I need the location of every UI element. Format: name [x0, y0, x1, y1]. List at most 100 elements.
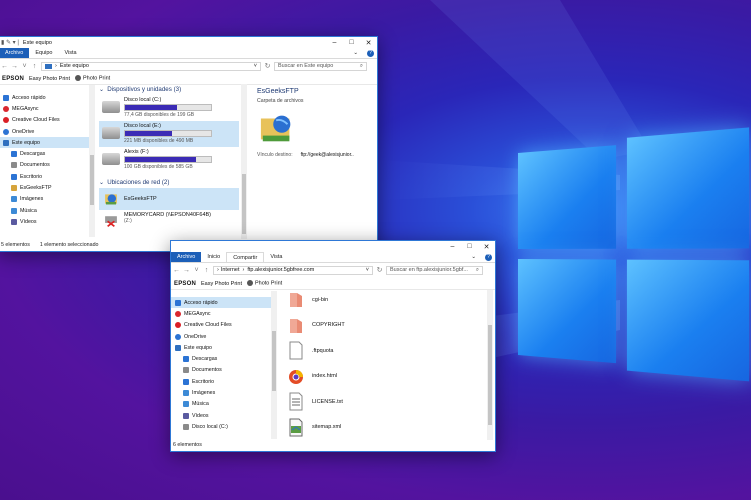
file-item[interactable]: LICENSE.txt: [288, 392, 343, 411]
content-area: ⌄ Dispositivos y unidades (3) Disco local…: [99, 84, 239, 239]
sidebar-item-label: Acceso rápido: [12, 94, 46, 101]
breadcrumb-internet[interactable]: Internet: [221, 267, 240, 273]
refresh-icon[interactable]: ↻: [376, 266, 383, 274]
close-button[interactable]: ✕: [360, 37, 377, 48]
maximize-button[interactable]: □: [461, 241, 478, 252]
recent-locations-icon[interactable]: ˅: [21, 63, 28, 70]
tab-compartir[interactable]: Compartir: [226, 252, 265, 262]
forward-arrow-icon[interactable]: →: [11, 63, 18, 70]
help-icon[interactable]: ?: [364, 48, 377, 58]
tab-vista[interactable]: Vista: [58, 48, 82, 58]
sidebar-item-computer[interactable]: Este equipo: [0, 137, 92, 149]
network-drive-item[interactable]: MEMORYCARD (\\EPSON40F64B) (Z:): [99, 210, 239, 234]
file-item[interactable]: cgi-bin: [288, 290, 328, 309]
network-location-item[interactable]: EsGeeksFTP: [99, 188, 239, 210]
sidebar-item-mega[interactable]: MEGAsync: [171, 308, 271, 319]
maximize-button[interactable]: □: [343, 37, 360, 48]
close-button[interactable]: ✕: [478, 241, 495, 252]
easy-photo-print-button[interactable]: Easy Photo Print: [29, 76, 70, 82]
drive-item[interactable]: Disco local (E:) 221 MB disponibles de 49…: [99, 121, 239, 147]
sidebar-item-video[interactable]: Vídeos: [0, 216, 92, 227]
explorer-window-este-equipo[interactable]: ▮ ✎ ▾ | Este equipo – □ ✕ Archivo Equipo…: [0, 36, 378, 252]
sidebar-item-creative-cloud[interactable]: Creative Cloud Files: [171, 320, 271, 331]
forward-arrow-icon[interactable]: →: [183, 267, 190, 274]
download-icon: [183, 356, 189, 363]
drive-item[interactable]: Alexis (F:) 100 GB disponibles de 585 GB: [99, 147, 239, 173]
quick-access-toolbar[interactable]: ▮ ✎ ▾ |: [1, 39, 19, 46]
file-name: COPYRIGHT: [312, 322, 345, 328]
content-scrollbar[interactable]: [487, 290, 493, 440]
sidebar-item-label: Imágenes: [192, 390, 216, 397]
sidebar-item-download[interactable]: Descargas: [0, 148, 92, 159]
ribbon-expand-icon[interactable]: ⌄: [347, 48, 364, 58]
navigation-pane[interactable]: Acceso rápido MEGAsync Creative Cloud File…: [171, 297, 271, 439]
sidebar-item-document[interactable]: Documentos: [0, 160, 92, 171]
breadcrumb-ftp-host[interactable]: ftp.alexisjunior.5gbfree.com: [247, 267, 314, 273]
file-item[interactable]: index.html: [288, 367, 337, 386]
sidebar-item-desktop[interactable]: Escritorio: [0, 171, 92, 182]
title-bar[interactable]: – □ ✕: [171, 241, 495, 252]
sidebar-item-star[interactable]: Acceso rápido: [171, 297, 271, 309]
group-header-devices[interactable]: ⌄ Dispositivos y unidades (3): [99, 84, 239, 95]
help-icon[interactable]: ?: [482, 252, 495, 262]
sidebar-item-label: OneDrive: [184, 333, 207, 340]
up-arrow-icon[interactable]: ↑: [203, 267, 210, 274]
sidebar-item-label: Descargas: [192, 356, 218, 363]
search-input[interactable]: Buscar en ftp.alexisjunior.5gbf... ⌕: [386, 265, 483, 275]
search-icon: ⌕: [475, 266, 479, 273]
nav-scrollbar[interactable]: [271, 291, 277, 439]
drive-item[interactable]: Disco local (C:) 77,4 GB disponibles de 1…: [99, 95, 239, 121]
sidebar-item-computer[interactable]: Este equipo: [171, 342, 271, 353]
tab-equipo[interactable]: Equipo: [29, 48, 58, 58]
drive-usage-bar: [124, 104, 212, 111]
address-dropdown-icon[interactable]: ˅: [366, 267, 369, 273]
sidebar-item-mega[interactable]: MEGAsync: [0, 103, 92, 114]
file-item[interactable]: COPYRIGHT: [288, 316, 345, 335]
ribbon-tabs: Archivo Equipo Vista ⌄ ?: [0, 48, 377, 59]
sidebar-item-image[interactable]: Imágenes: [171, 387, 271, 398]
content-scrollbar[interactable]: [241, 84, 247, 239]
recent-locations-icon[interactable]: ˅: [193, 267, 200, 274]
photo-print-button[interactable]: Photo Print: [74, 75, 110, 82]
sidebar-item-network-folder[interactable]: EsGeeksFTP: [0, 182, 92, 193]
sidebar-item-star[interactable]: Acceso rápido: [0, 92, 92, 103]
file-item[interactable]: sitemap.xml: [288, 418, 341, 437]
sidebar-item-desktop[interactable]: Escritorio: [171, 376, 271, 387]
tab-vista[interactable]: Vista: [264, 252, 288, 262]
tab-archivo[interactable]: Archivo: [0, 48, 30, 58]
sidebar-item-creative-cloud[interactable]: Creative Cloud Files: [0, 115, 92, 126]
tab-archivo[interactable]: Archivo: [171, 252, 202, 262]
minimize-button[interactable]: –: [326, 37, 343, 48]
tab-inicio[interactable]: Inicio: [201, 252, 226, 262]
search-input[interactable]: Buscar en Este equipo ⌕: [274, 61, 367, 71]
photo-print-button[interactable]: Photo Print: [246, 280, 282, 287]
address-bar[interactable]: › Este equipo ˅: [41, 61, 261, 71]
browser-icon: [288, 367, 304, 386]
sidebar-item-drive[interactable]: Disco local (C:): [171, 421, 271, 432]
ribbon-expand-icon[interactable]: ⌄: [465, 252, 482, 262]
sidebar-item-download[interactable]: Descargas: [171, 353, 271, 364]
sidebar-item-music[interactable]: Música: [171, 399, 271, 410]
easy-photo-print-button[interactable]: Easy Photo Print: [201, 281, 242, 287]
sidebar-item-image[interactable]: Imágenes: [0, 194, 92, 205]
sidebar-item-cloud[interactable]: OneDrive: [171, 331, 271, 342]
address-dropdown-icon[interactable]: ˅: [254, 63, 257, 69]
sidebar-item-video[interactable]: Vídeos: [171, 410, 271, 421]
back-arrow-icon[interactable]: ←: [173, 267, 180, 274]
refresh-icon[interactable]: ↻: [264, 62, 271, 70]
title-bar[interactable]: ▮ ✎ ▾ | Este equipo – □ ✕: [0, 37, 377, 48]
nav-scrollbar[interactable]: [89, 85, 95, 237]
back-arrow-icon[interactable]: ←: [1, 63, 8, 70]
navigation-pane[interactable]: Acceso rápido MEGAsync Creative Cloud File…: [0, 92, 92, 237]
sidebar-item-music[interactable]: Música: [0, 205, 92, 216]
computer-icon: [45, 63, 52, 69]
image-icon: [183, 390, 189, 397]
up-arrow-icon[interactable]: ↑: [31, 63, 38, 70]
sidebar-item-cloud[interactable]: OneDrive: [0, 126, 92, 137]
group-header-network[interactable]: ⌄ Ubicaciones de red (2): [99, 177, 239, 188]
minimize-button[interactable]: –: [444, 241, 461, 252]
sidebar-item-document[interactable]: Documentos: [171, 365, 271, 376]
file-item[interactable]: .ftpquota: [288, 341, 333, 360]
address-bar[interactable]: › Internet › ftp.alexisjunior.5gbfree.co…: [213, 265, 373, 275]
explorer-window-ftp[interactable]: – □ ✕ Archivo Inicio Compartir Vista ⌄ ?…: [170, 240, 496, 452]
